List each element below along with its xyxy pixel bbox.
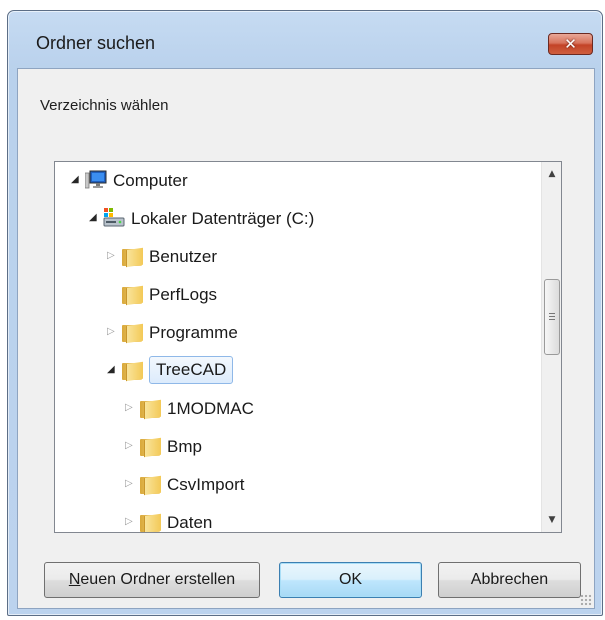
tree-item[interactable]: ▷ Programme bbox=[55, 314, 535, 352]
folder-tree[interactable]: ◢ Computer ◢ Lokaler Datenträger (C:) ▷ Benut… bbox=[54, 161, 562, 533]
tree-item[interactable]: ▷ Bmp bbox=[55, 428, 535, 466]
new-folder-button[interactable]: Neuen Ordner erstellen bbox=[44, 562, 260, 598]
tree-item-label: TreeCAD bbox=[149, 356, 234, 384]
folder-icon bbox=[121, 360, 143, 382]
close-button[interactable]: ✕ bbox=[548, 33, 593, 55]
expanded-arrow-icon[interactable]: ◢ bbox=[89, 212, 99, 224]
tree-item-label: Computer bbox=[113, 171, 188, 190]
folder-browse-dialog: Ordner suchen ✕ Verzeichnis wählen ◢ Comp… bbox=[7, 10, 603, 616]
computer-icon bbox=[84, 170, 107, 190]
collapsed-arrow-icon[interactable]: ▷ bbox=[107, 250, 117, 262]
folder-icon bbox=[139, 436, 161, 458]
tree-item[interactable]: ▷ CsvImport bbox=[55, 466, 535, 504]
folder-icon bbox=[139, 512, 161, 532]
tree-item[interactable]: ▷ 1MODMAC bbox=[55, 390, 535, 428]
close-icon: ✕ bbox=[564, 35, 577, 53]
folder-icon bbox=[121, 284, 143, 306]
dialog-title: Ordner suchen bbox=[36, 33, 156, 53]
new-folder-button-label: Neuen Ordner erstellen bbox=[68, 571, 236, 588]
tree-item-label: Lokaler Datenträger (C:) bbox=[131, 209, 315, 228]
folder-icon bbox=[121, 322, 143, 344]
collapsed-arrow-icon[interactable]: ▷ bbox=[125, 440, 135, 452]
resize-grip[interactable] bbox=[580, 594, 592, 606]
ok-button-label: OK bbox=[338, 571, 363, 588]
cancel-button-label: Abbrechen bbox=[470, 571, 549, 588]
scroll-down-button[interactable]: ▼ bbox=[542, 510, 561, 530]
vertical-scrollbar[interactable]: ▲ ▼ bbox=[541, 162, 561, 532]
tree-item[interactable]: ▷ Benutzer bbox=[55, 238, 535, 276]
cancel-button[interactable]: Abbrechen bbox=[438, 562, 581, 598]
tree-item-label: Daten bbox=[167, 513, 213, 532]
scroll-thumb[interactable] bbox=[544, 279, 560, 355]
collapsed-arrow-icon[interactable]: ▷ bbox=[125, 478, 135, 490]
expanded-arrow-icon[interactable]: ◢ bbox=[107, 364, 117, 376]
tree-item-label: CsvImport bbox=[167, 475, 245, 494]
expanded-arrow-icon[interactable]: ◢ bbox=[71, 174, 81, 186]
tree-item[interactable]: ◢ Computer bbox=[55, 162, 535, 200]
tree-item-label: 1MODMAC bbox=[167, 399, 254, 418]
no-toggle-spacer bbox=[107, 288, 117, 300]
dialog-client-area: Verzeichnis wählen ◢ Computer ◢ Lokaler Dat… bbox=[17, 68, 595, 609]
folder-icon bbox=[139, 398, 161, 420]
tree-item[interactable]: ▷ Daten bbox=[55, 504, 535, 532]
folder-icon bbox=[121, 246, 143, 268]
folder-icon bbox=[139, 474, 161, 496]
tree-item-label: PerfLogs bbox=[149, 285, 218, 304]
tree-item[interactable]: ◢ TreeCAD bbox=[55, 352, 535, 390]
tree-item-label: Benutzer bbox=[149, 247, 218, 266]
scroll-grip-icon bbox=[549, 313, 555, 320]
tree-item-label: Bmp bbox=[167, 437, 202, 456]
tree-item-label: Programme bbox=[149, 323, 238, 342]
tree-item[interactable]: PerfLogs bbox=[55, 276, 535, 314]
scroll-down-icon: ▼ bbox=[548, 515, 556, 525]
scroll-up-button[interactable]: ▲ bbox=[542, 164, 561, 184]
collapsed-arrow-icon[interactable]: ▷ bbox=[107, 326, 117, 338]
title-bar[interactable]: Ordner suchen ✕ bbox=[8, 11, 602, 67]
scroll-up-icon: ▲ bbox=[548, 169, 556, 179]
tree-item[interactable]: ◢ Lokaler Datenträger (C:) bbox=[55, 200, 535, 238]
collapsed-arrow-icon[interactable]: ▷ bbox=[125, 516, 135, 528]
collapsed-arrow-icon[interactable]: ▷ bbox=[125, 402, 135, 414]
description-text: Verzeichnis wählen bbox=[40, 97, 169, 114]
ok-button[interactable]: OK bbox=[279, 562, 422, 598]
hard-drive-icon bbox=[103, 208, 125, 228]
